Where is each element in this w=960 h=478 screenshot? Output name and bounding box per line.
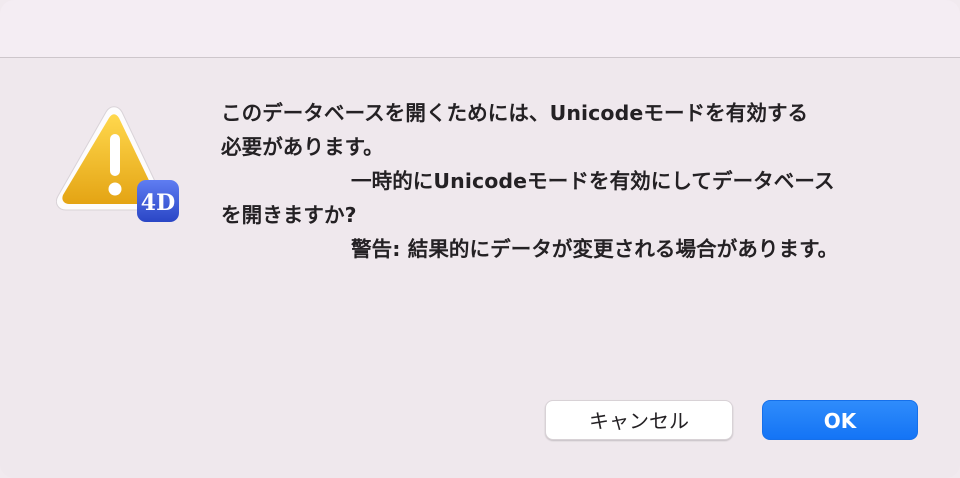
cancel-button[interactable]: キャンセル bbox=[545, 400, 733, 440]
badge-label: 4D bbox=[141, 190, 175, 216]
message-line-1: このデータベースを開くためには、Unicodeモードを有効する bbox=[221, 101, 809, 125]
message-line-5: 警告: 結果的にデータが変更される場合があります。 bbox=[351, 237, 839, 261]
4d-app-badge-icon: 4D bbox=[137, 180, 179, 222]
dialog-titlebar bbox=[0, 0, 960, 58]
warning-triangle-icon: 4D bbox=[55, 106, 180, 226]
alert-message: このデータベースを開くためには、Unicodeモードを有効する 必要があります。… bbox=[221, 96, 931, 266]
message-line-3: 一時的にUnicodeモードを有効にしてデータベース bbox=[351, 169, 835, 193]
message-line-2: 必要があります。 bbox=[221, 135, 384, 159]
alert-dialog: 4D このデータベースを開くためには、Unicodeモードを有効する 必要があり… bbox=[0, 0, 960, 478]
ok-button[interactable]: OK bbox=[762, 400, 918, 440]
message-line-4: を開きますか? bbox=[221, 203, 357, 227]
